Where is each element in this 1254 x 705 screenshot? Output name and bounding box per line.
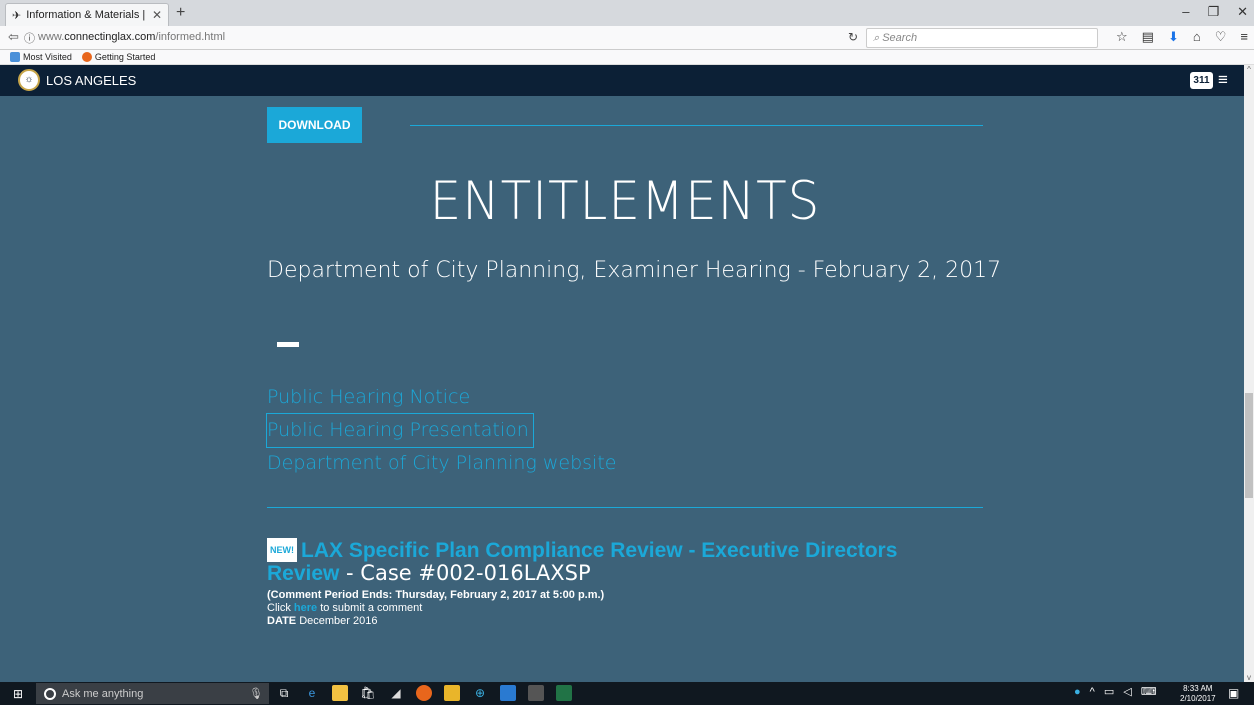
311-button[interactable]: 311: [1190, 72, 1213, 89]
new-badge: NEW!: [267, 538, 297, 562]
cortana-placeholder: Ask me anything: [62, 687, 144, 700]
network-icon[interactable]: ▭: [1104, 685, 1114, 698]
site-header: ☼ LOS ANGELES 311 ≡: [0, 65, 1244, 96]
keyboard-icon[interactable]: ⌨: [1141, 685, 1157, 698]
hamburger-menu-icon[interactable]: ≡: [1218, 70, 1228, 90]
cortana-icon: [44, 687, 56, 700]
task-view-icon[interactable]: ⧉: [276, 685, 292, 701]
bookmark-getting-started[interactable]: Getting Started: [81, 52, 156, 62]
scroll-down-icon[interactable]: v: [1244, 673, 1254, 682]
bookmark-most-visited[interactable]: Most Visited: [10, 52, 72, 62]
reload-icon[interactable]: ↻: [848, 30, 858, 44]
excel-icon[interactable]: [556, 685, 572, 701]
download-button[interactable]: DOWNLOAD: [267, 107, 362, 143]
browser-tab[interactable]: ✈ Information & Materials | ... ✕: [5, 3, 169, 26]
date-label: DATE: [267, 615, 297, 627]
news-case-number: - Case #002-016LAXSP: [339, 561, 591, 585]
url-path: /informed.html: [155, 31, 226, 43]
scroll-up-icon[interactable]: ^: [1244, 65, 1254, 74]
news-title[interactable]: NEW! LAX Specific Plan Compliance Review …: [267, 538, 967, 585]
bookmark-label: Most Visited: [23, 52, 72, 62]
clock-date: 2/10/2017: [1180, 694, 1216, 703]
tray-app-icon[interactable]: ●: [1074, 686, 1081, 698]
back-icon[interactable]: ⇦: [8, 29, 19, 45]
menu-icon[interactable]: ≡: [1240, 29, 1248, 45]
tab-close-icon[interactable]: ✕: [152, 8, 162, 22]
city-planning-website-link[interactable]: Department of City Planning website: [267, 447, 616, 480]
volume-icon[interactable]: ◁: [1123, 685, 1131, 698]
submit-comment-line: Click here to submit a comment: [267, 602, 967, 614]
tray-chevron-icon[interactable]: ^: [1090, 686, 1095, 698]
url-prefix: www.: [38, 31, 65, 43]
divider: [267, 507, 983, 508]
globe-app-icon[interactable]: ⊕: [472, 685, 488, 701]
pocket-icon[interactable]: ♡: [1215, 29, 1227, 45]
news-item: NEW! LAX Specific Plan Compliance Review …: [267, 538, 967, 627]
tab-title: Information & Materials | ...: [26, 9, 148, 21]
click-prefix: Click: [267, 602, 294, 614]
bookmarks-bar: Most Visited Getting Started: [0, 50, 1254, 65]
restore-icon[interactable]: ❐: [1207, 4, 1219, 20]
site-favicon-icon: ✈: [12, 9, 22, 22]
site-info-icon[interactable]: ⓘ: [24, 30, 35, 46]
home-icon[interactable]: ⌂: [1193, 29, 1201, 45]
paint-icon[interactable]: [444, 685, 460, 701]
reading-list-icon[interactable]: ▤: [1142, 29, 1154, 45]
edge-icon[interactable]: e: [304, 685, 320, 701]
date-line: DATE December 2016: [267, 615, 967, 627]
bookmark-label: Getting Started: [94, 52, 156, 62]
cortana-search-box[interactable]: Ask me anything 🎙: [36, 683, 269, 704]
store-icon[interactable]: 🛍: [360, 685, 376, 701]
close-window-icon[interactable]: ✕: [1237, 4, 1248, 20]
section-dash: [277, 342, 299, 347]
comment-period: (Comment Period Ends: Thursday, February…: [267, 589, 605, 601]
search-input[interactable]: ⌕ Search: [866, 28, 1098, 48]
url-bar[interactable]: www.connectinglax.com/informed.html: [38, 31, 225, 43]
firefox-icon: [81, 52, 92, 62]
browser-navbar: ⇦ ⓘ www.connectinglax.com/informed.html …: [0, 26, 1254, 50]
public-hearing-presentation-link[interactable]: Public Hearing Presentation: [266, 413, 534, 448]
windows-taskbar: ⊞ Ask me anything 🎙 ⧉ e 🛍 ◢ ⊕ ● ^ ▭ ◁ ⌨ …: [0, 682, 1254, 705]
app-icon[interactable]: ◢: [388, 685, 404, 701]
divider: [410, 125, 983, 126]
action-center-icon[interactable]: ▣: [1228, 686, 1239, 700]
submit-comment-link[interactable]: here: [294, 602, 317, 614]
browser-tabstrip: ✈ Information & Materials | ... ✕ + – ❐ …: [0, 0, 1254, 26]
section-subheading: Department of City Planning, Examiner He…: [267, 258, 1002, 283]
link-list: Public Hearing Notice Public Hearing Pre…: [266, 381, 616, 480]
minimize-icon[interactable]: –: [1182, 4, 1189, 20]
public-hearing-notice-link[interactable]: Public Hearing Notice: [267, 381, 616, 414]
search-placeholder: Search: [882, 32, 918, 44]
file-explorer-icon[interactable]: [332, 685, 348, 701]
download-icon[interactable]: ⬇: [1168, 29, 1179, 45]
page-scrollbar[interactable]: ^ v: [1244, 65, 1254, 682]
site-name[interactable]: LOS ANGELES: [46, 73, 136, 88]
scroll-thumb[interactable]: [1245, 393, 1253, 498]
most-visited-icon: [10, 52, 20, 62]
click-suffix: to submit a comment: [317, 602, 423, 614]
taskbar-clock[interactable]: 8:33 AM 2/10/2017: [1180, 684, 1216, 704]
city-seal-icon[interactable]: ☼: [18, 69, 40, 91]
new-tab-button[interactable]: +: [176, 4, 185, 22]
url-domain: connectinglax.com: [64, 31, 156, 43]
page-title: ENTITLEMENTS: [429, 170, 821, 232]
microphone-icon[interactable]: 🎙: [249, 687, 263, 700]
windows-start-icon[interactable]: ⊞: [13, 687, 23, 701]
bookmark-star-icon[interactable]: ☆: [1116, 29, 1128, 45]
calculator-icon[interactable]: [528, 685, 544, 701]
outlook-icon[interactable]: [500, 685, 516, 701]
clock-time: 8:33 AM: [1183, 684, 1213, 693]
firefox-taskbar-icon[interactable]: [416, 685, 432, 701]
date-value: December 2016: [296, 615, 378, 627]
